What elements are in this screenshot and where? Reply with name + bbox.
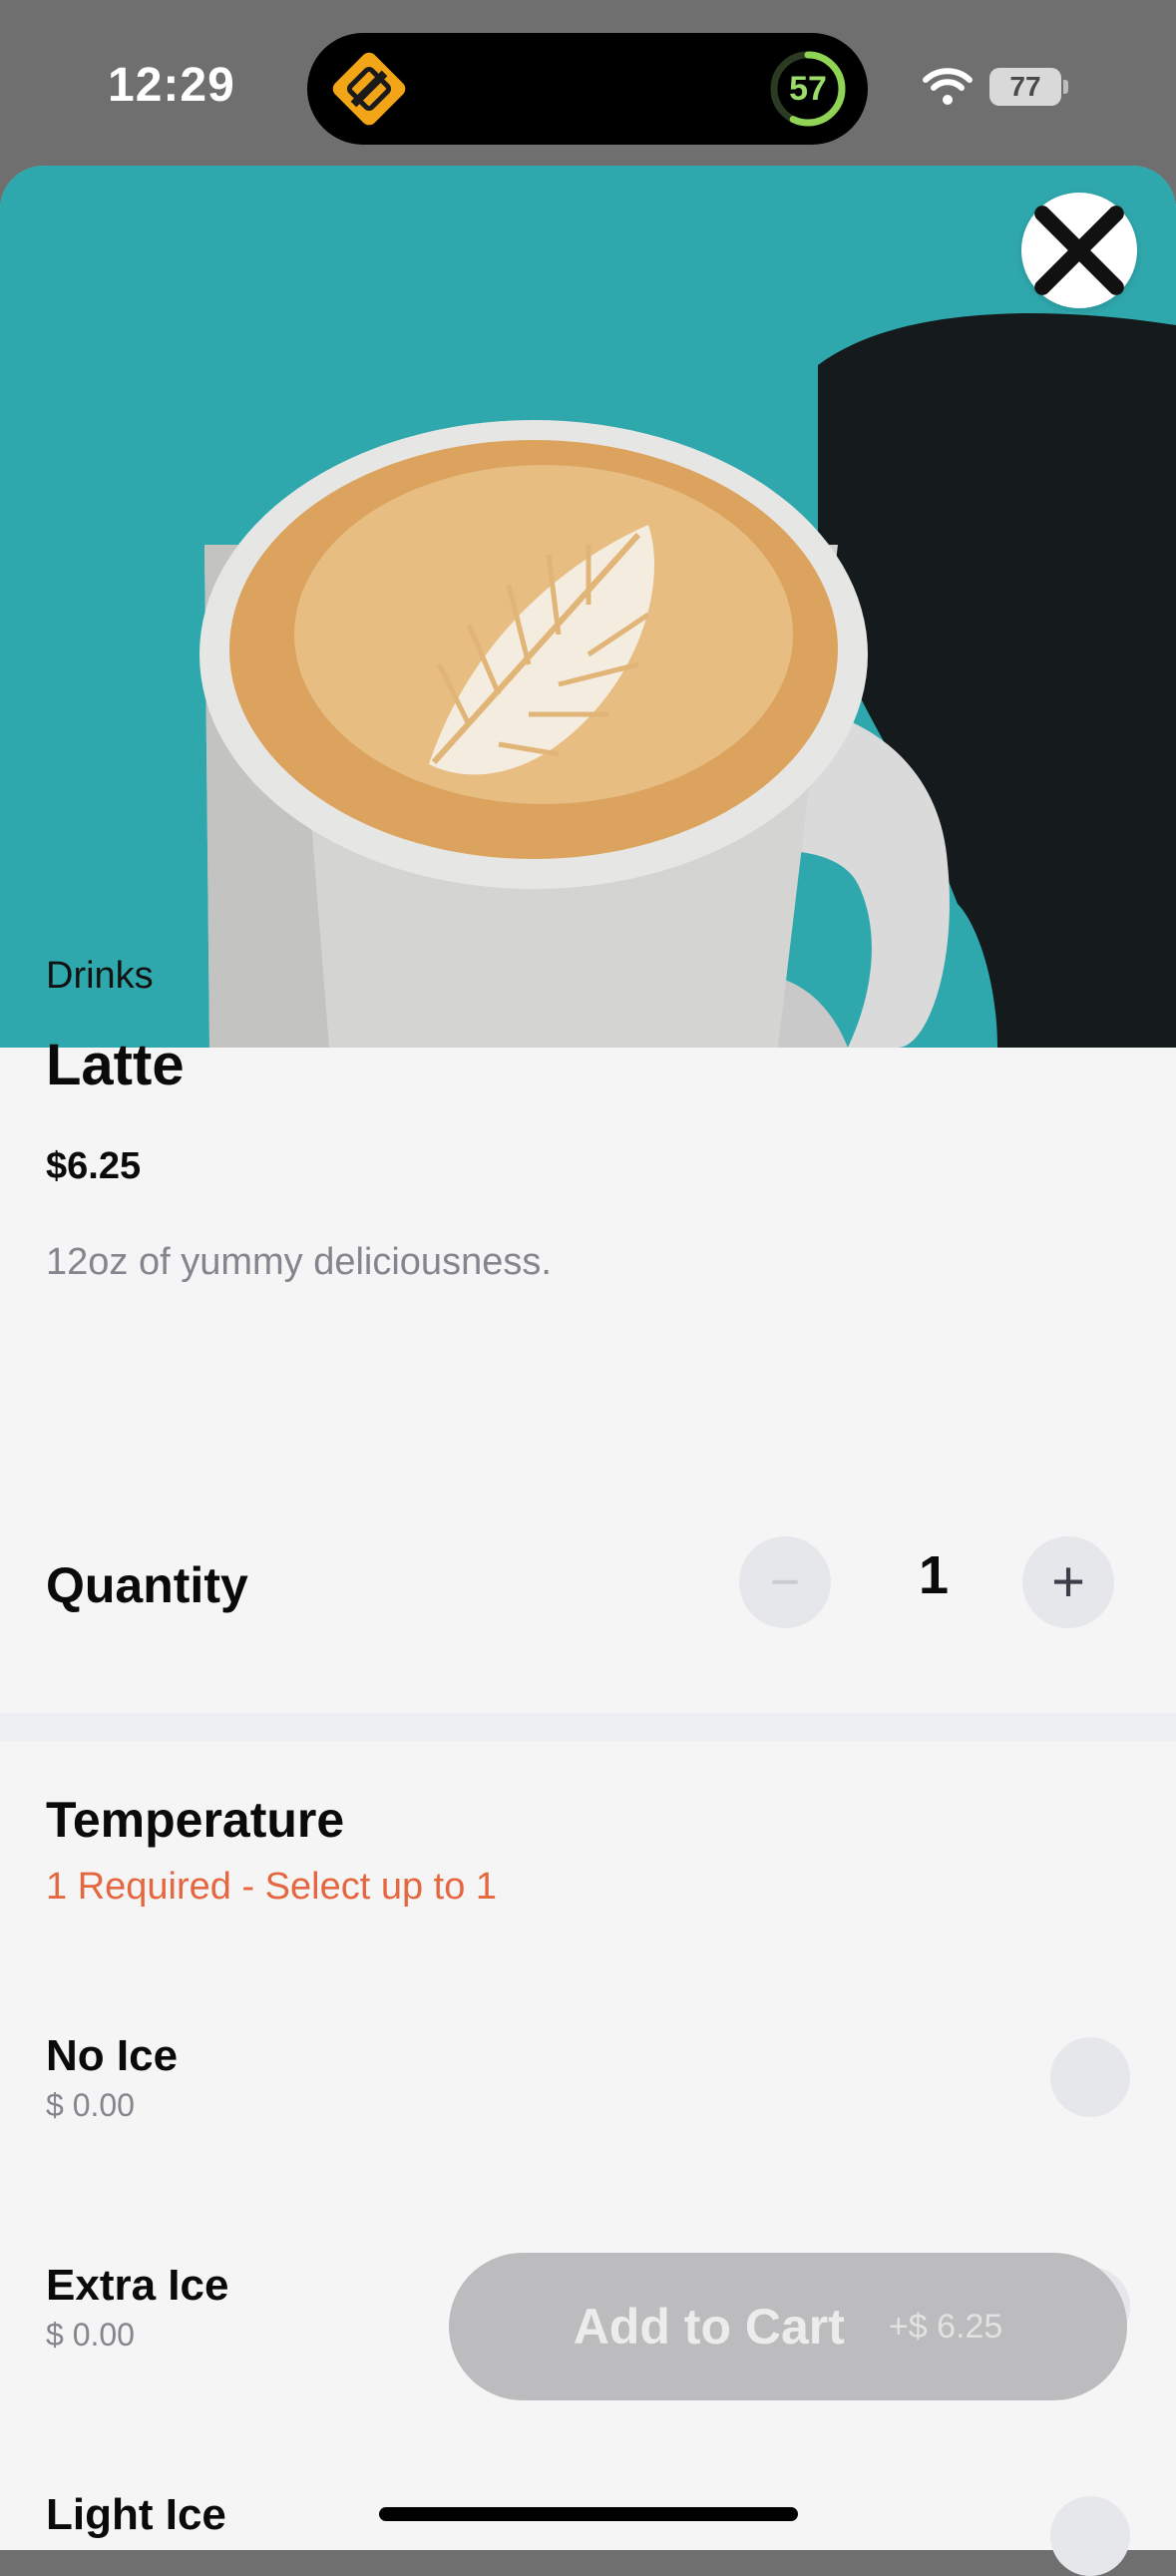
- wifi-icon: [922, 66, 974, 106]
- home-indicator[interactable]: [379, 2507, 798, 2521]
- product-price: $6.25: [46, 1145, 142, 1187]
- activity-value: 57: [789, 69, 827, 108]
- option-radio-light-ice[interactable]: [1050, 2496, 1130, 2576]
- product-image: [0, 166, 1176, 1048]
- option-price: $ 0.00: [46, 2317, 135, 2353]
- battery-icon: 77: [989, 68, 1069, 106]
- app-logo-icon: [327, 47, 411, 131]
- product-description: 12oz of yummy deliciousness.: [46, 1241, 552, 1283]
- battery-level: 77: [989, 68, 1061, 106]
- quantity-decrement-button[interactable]: −: [739, 1536, 831, 1628]
- minus-icon: −: [769, 1553, 801, 1611]
- product-title: Latte: [46, 1033, 185, 1097]
- add-to-cart-price: +$ 6.25: [888, 2307, 1003, 2346]
- option-name[interactable]: Extra Ice: [46, 2261, 228, 2311]
- add-to-cart-label: Add to Cart: [573, 2299, 845, 2355]
- close-button[interactable]: [1021, 193, 1137, 308]
- plus-icon: +: [1051, 1549, 1085, 1614]
- section-divider: [0, 1713, 1176, 1741]
- status-time: 12:29: [108, 59, 235, 112]
- option-radio-no-ice[interactable]: [1050, 2037, 1130, 2117]
- quantity-label: Quantity: [46, 1557, 248, 1613]
- product-sheet: [0, 166, 1176, 2550]
- quantity-value: 1: [918, 1545, 950, 1605]
- option-name[interactable]: Light Ice: [46, 2490, 226, 2540]
- option-name[interactable]: No Ice: [46, 2031, 178, 2081]
- close-icon: [1034, 206, 1124, 295]
- quantity-increment-button[interactable]: +: [1022, 1536, 1114, 1628]
- option-price: $ 0.00: [46, 2087, 135, 2123]
- status-bar: 12:29 57 77: [0, 0, 1176, 170]
- activity-ring-icon: 57: [766, 47, 850, 131]
- product-category: Drinks: [46, 955, 154, 997]
- temperature-title: Temperature: [46, 1792, 345, 1848]
- temperature-requirement: 1 Required - Select up to 1: [46, 1866, 498, 1908]
- add-to-cart-button[interactable]: Add to Cart +$ 6.25: [449, 2253, 1127, 2400]
- battery-nub: [1063, 80, 1068, 94]
- dynamic-island[interactable]: 57: [307, 33, 868, 145]
